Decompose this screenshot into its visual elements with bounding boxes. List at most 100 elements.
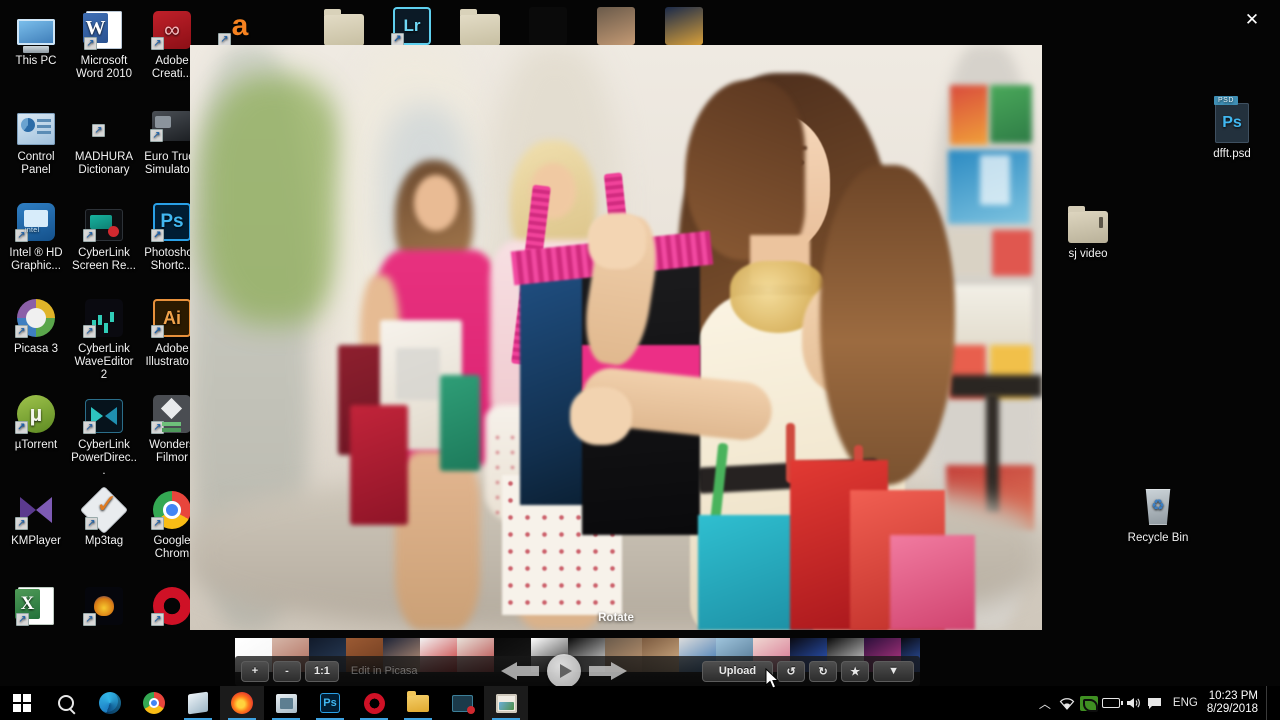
desktop-icon-lightroom[interactable]: Lr ↗ [378, 4, 446, 51]
adobe-illustrator-icon: Ai ↗ [149, 296, 195, 340]
desktop-icon-sj-video[interactable]: sj video [1054, 201, 1122, 261]
desktop-icon-cyberlink-screen-recorder[interactable]: ↗ CyberLink Screen Re... [70, 200, 138, 273]
photo-bg-table-leg [986, 393, 999, 513]
necklace-thumb-icon [525, 4, 571, 48]
desktop-icon-label: Control Panel [17, 151, 55, 176]
taskbar-firefox[interactable] [220, 686, 264, 720]
rotate-tooltip: Rotate [598, 612, 634, 624]
chevron-up-icon[interactable]: ︿ [1034, 686, 1056, 720]
desktop-icon-control-panel[interactable]: Control Panel [2, 104, 70, 177]
desktop-icon-photo-thumb-2[interactable] [650, 4, 718, 51]
cyberlink-powerdirector-icon: ↗ [81, 392, 127, 436]
photo-viewer[interactable]: Rotate [190, 45, 1042, 630]
psd-file-icon: Ps [1209, 96, 1255, 145]
taskbar-screen-recorder[interactable] [440, 686, 484, 720]
close-icon[interactable]: ✕ [1232, 2, 1272, 38]
firefox-icon [231, 692, 253, 714]
desktop-icon-folder-2[interactable] [446, 4, 514, 51]
desktop-icon-avast[interactable]: ↗ [206, 4, 274, 51]
desktop-icon-label: Picasa 3 [13, 343, 59, 355]
taskbar-edge[interactable] [88, 686, 132, 720]
photo-shopping-bag [350, 405, 408, 525]
taskbar-opera[interactable] [352, 686, 396, 720]
kmplayer-icon: ↗ [13, 488, 59, 532]
desktop-icon-excel[interactable]: ↗ [2, 584, 70, 631]
taskbar-picasa[interactable] [264, 686, 308, 720]
google-chrome-icon [143, 692, 165, 714]
euro-truck-simulator-icon: ↗ [149, 104, 195, 148]
desktop-icon-kmplayer[interactable]: ↗ KMPlayer [2, 488, 70, 548]
photo-background-woman-pink [414, 175, 458, 231]
next-image-button[interactable] [585, 657, 629, 685]
zoom-in-button[interactable]: + [241, 660, 269, 682]
upload-button[interactable]: Upload [701, 660, 774, 682]
volume-icon[interactable] [1122, 686, 1144, 720]
edit-in-picasa-button[interactable]: Edit in Picasa [343, 661, 426, 682]
desktop-icon-label: dfft.psd [1213, 148, 1251, 160]
taskbar[interactable]: Ps ︿ ENG 10:23 PM 8/29/2018 [0, 686, 1280, 720]
computer-icon [13, 8, 59, 53]
desktop-icon-photo-thumb-1[interactable] [582, 4, 650, 51]
battery-icon[interactable] [1100, 686, 1123, 720]
desktop-icon-folder-1[interactable] [310, 4, 378, 51]
photo-main-woman [570, 387, 632, 445]
desktop-icon-media-player[interactable]: ↗ [70, 584, 138, 631]
viewer-bottom-bar[interactable]: + - 1:1 Edit in Picasa Upload ↺ ↻ ★ ▼ [235, 638, 920, 688]
slideshow-play-button[interactable] [546, 654, 581, 688]
folder-icon [407, 690, 429, 712]
rotate-right-button[interactable]: ↻ [809, 660, 838, 682]
desktop-icon-necklace-thumb[interactable] [514, 4, 582, 51]
wifi-icon[interactable] [1056, 686, 1078, 720]
more-options-button[interactable]: ▼ [873, 660, 915, 682]
desktop-icon-mp3tag[interactable]: ↗ Mp3tag [70, 485, 138, 548]
desktop-icon-intel-hd-graphics[interactable]: ↗ Intel ® HD Graphic... [2, 200, 70, 273]
cyberlink-screen-recorder-icon: ↗ [81, 200, 127, 244]
desktop-icon-cyberlink-waveeditor[interactable]: ↗ CyberLink WaveEditor 2 [70, 296, 138, 382]
clock-date: 8/29/2018 [1206, 703, 1258, 715]
photo-bg-poster [950, 85, 988, 145]
taskbar-store[interactable] [176, 686, 220, 720]
photo-shopping-bag [440, 375, 480, 471]
utorrent-icon: µ ↗ [13, 392, 59, 436]
desktop-icon-madhura-dictionary[interactable]: ↗ MADHURA Dictionary [70, 104, 138, 177]
desktop-icon-cyberlink-powerdirector[interactable]: ↗ CyberLink PowerDirec... [70, 392, 138, 478]
previous-image-button[interactable] [499, 657, 543, 685]
zoom-out-button[interactable]: - [273, 660, 301, 682]
photo-image[interactable] [190, 45, 1042, 630]
desktop-icon-picasa-3[interactable]: ↗ Picasa 3 [2, 296, 70, 356]
desktop-icon-this-pc[interactable]: This PC [2, 8, 70, 68]
adobe-lightroom-icon: Lr ↗ [389, 4, 435, 48]
desktop-icon-utorrent[interactable]: µ ↗ µTorrent [2, 392, 70, 452]
star-button[interactable]: ★ [841, 660, 870, 682]
notifications-icon[interactable] [1144, 686, 1166, 720]
taskbar-chrome[interactable] [132, 686, 176, 720]
desktop-icon-microsoft-word[interactable]: W ↗ Microsoft Word 2010 [70, 8, 138, 81]
desktop-icon-label: CyberLink WaveEditor 2 [74, 343, 134, 381]
photo-bg-poster [980, 155, 1010, 205]
system-tray[interactable]: ︿ ENG 10:23 PM 8/29/2018 [1034, 686, 1280, 720]
taskbar-photoshop[interactable]: Ps [308, 686, 352, 720]
microsoft-store-icon [188, 691, 208, 715]
language-indicator[interactable]: ENG [1166, 697, 1205, 709]
desktop-icon-dfft-psd[interactable]: Ps dfft.psd [1198, 96, 1266, 161]
taskbar-photo-viewer[interactable] [484, 686, 528, 720]
search-button[interactable] [44, 686, 88, 720]
desktop-icon-label: KMPlayer [11, 535, 61, 547]
taskbar-file-explorer[interactable] [396, 686, 440, 720]
desktop-icon-label: This PC [15, 55, 57, 67]
photo-main-woman [820, 165, 955, 485]
show-desktop-button[interactable] [1266, 686, 1274, 720]
photo-thumb-icon [661, 4, 707, 48]
nvidia-icon[interactable] [1078, 686, 1100, 720]
avast-icon: ↗ [217, 4, 263, 48]
actual-size-button[interactable]: 1:1 [305, 660, 339, 682]
windows-logo-icon [13, 694, 31, 712]
viewer-toolbar[interactable]: + - 1:1 Edit in Picasa Upload ↺ ↻ ★ ▼ [235, 654, 920, 688]
desktop-icon-label: CyberLink PowerDirec... [71, 439, 137, 477]
desktop-icon-recycle-bin[interactable]: Recycle Bin [1124, 485, 1192, 545]
clock[interactable]: 10:23 PM 8/29/2018 [1205, 690, 1266, 716]
desktop-icon-label: Mp3tag [84, 535, 124, 547]
start-button[interactable] [0, 686, 44, 720]
desktop-icon-label: µTorrent [14, 439, 58, 451]
rotate-left-button[interactable]: ↺ [777, 660, 806, 682]
